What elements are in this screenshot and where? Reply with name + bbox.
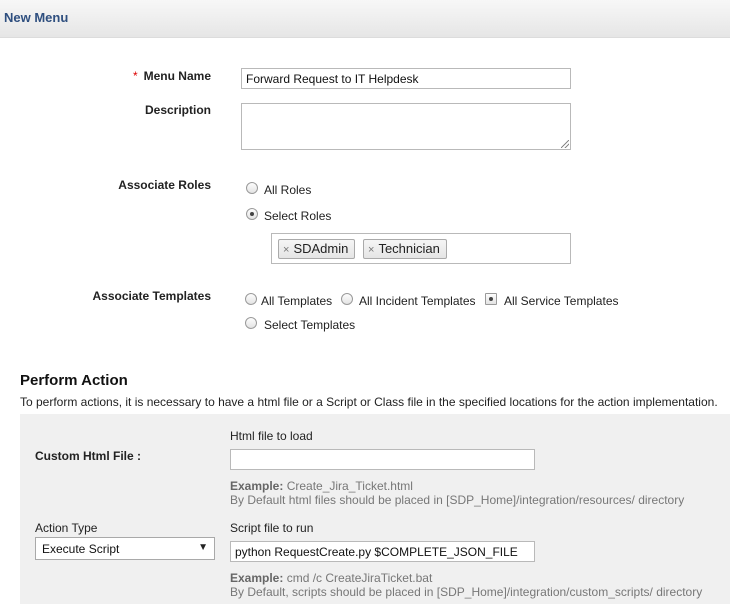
all-roles-radio[interactable] <box>246 182 258 194</box>
select-roles-label: Select Roles <box>264 209 332 223</box>
script-file-field-label: Script file to run <box>230 521 314 535</box>
perform-action-description: To perform actions, it is necessary to h… <box>20 395 718 409</box>
action-type-select[interactable]: Execute Script ▼ <box>35 537 215 560</box>
menu-name-input[interactable] <box>241 68 571 89</box>
description-label: Description <box>144 103 211 117</box>
resize-grip-icon[interactable] <box>561 140 569 148</box>
script-default-location-note: By Default, scripts should be placed in … <box>230 585 703 599</box>
associate-roles-label: Associate Roles <box>118 178 211 192</box>
all-service-templates-radio[interactable] <box>485 293 497 305</box>
action-type-label: Action Type <box>35 521 98 535</box>
html-default-location-note: By Default html files should be placed i… <box>230 493 685 507</box>
all-incident-templates-label: All Incident Templates <box>359 294 476 308</box>
role-tag-technician: × Technician <box>363 239 447 259</box>
select-templates-radio[interactable] <box>245 317 257 329</box>
role-tag-sdadmin: × SDAdmin <box>278 239 356 259</box>
html-example-hint: Example: Create_Jira_Ticket.html <box>230 479 413 493</box>
script-example-hint: Example: cmd /c CreateJiraTicket.bat <box>230 571 433 585</box>
description-textarea[interactable] <box>241 103 571 150</box>
select-roles-radio[interactable] <box>246 208 258 220</box>
remove-tag-icon[interactable]: × <box>283 244 289 256</box>
remove-tag-icon[interactable]: × <box>368 244 374 256</box>
select-templates-label: Select Templates <box>264 318 356 332</box>
all-incident-templates-radio[interactable] <box>341 293 353 305</box>
required-mark: * <box>132 69 138 83</box>
all-templates-label: All Templates <box>261 294 333 308</box>
all-roles-label: All Roles <box>264 183 312 197</box>
all-templates-radio[interactable] <box>245 293 257 305</box>
script-file-input[interactable] <box>230 541 535 562</box>
associate-templates-label: Associate Templates <box>92 289 212 303</box>
all-service-templates-label: All Service Templates <box>504 294 619 308</box>
page-header: New Menu <box>0 0 730 38</box>
menu-name-label: * Menu Name <box>132 69 211 83</box>
custom-html-file-label: Custom Html File : <box>35 449 142 463</box>
dropdown-arrow-icon: ▼ <box>198 542 208 553</box>
html-file-input[interactable] <box>230 449 535 470</box>
roles-tag-input[interactable]: × SDAdmin × Technician <box>271 233 571 264</box>
perform-action-title: Perform Action <box>20 372 128 389</box>
page-title: New Menu <box>4 10 69 25</box>
html-file-field-label: Html file to load <box>230 429 313 443</box>
